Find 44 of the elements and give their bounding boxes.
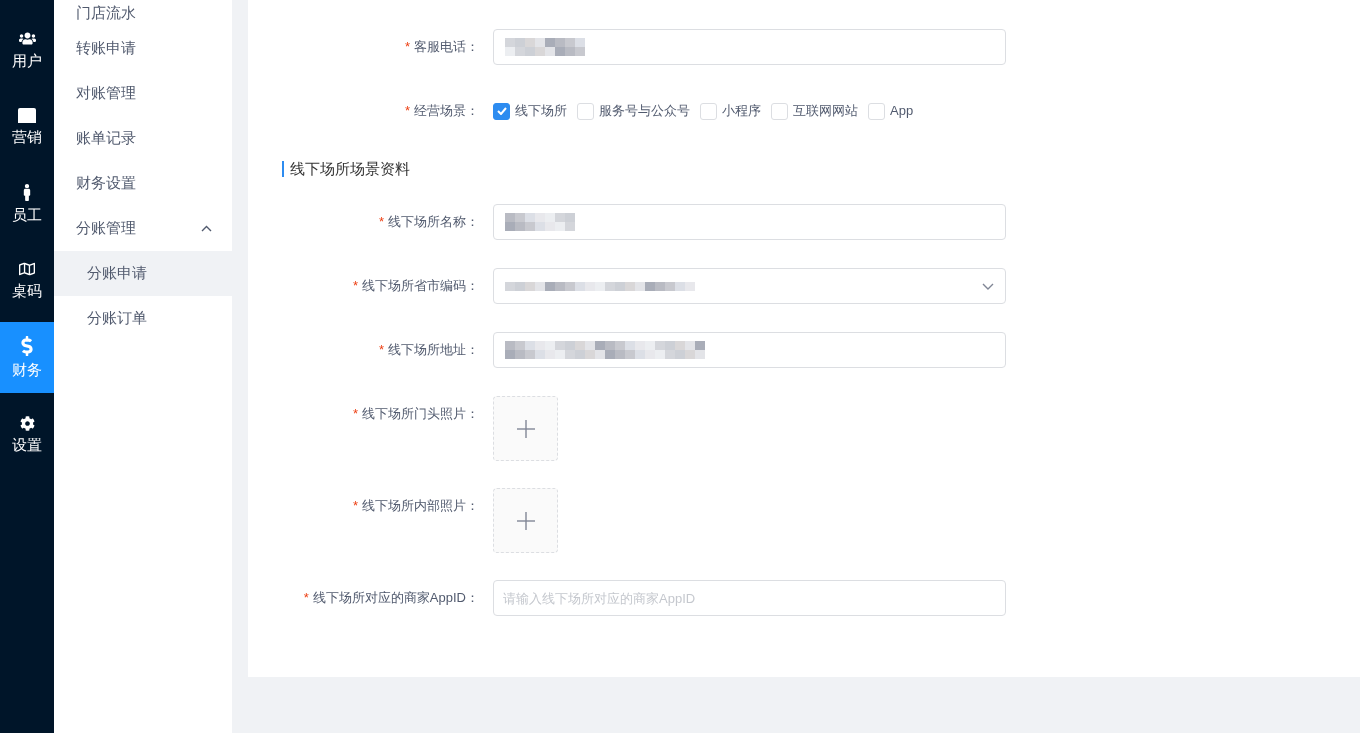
gear-icon [19,415,35,431]
required-mark: * [378,341,384,359]
form-label: 线下场所省市编码： [362,277,479,295]
nav-rail-item[interactable]: 员工 [0,168,54,239]
form-label: 线下场所对应的商家AppID： [312,589,479,607]
required-mark: * [352,277,358,295]
required-mark: * [378,213,384,231]
form-label: 线下场所地址： [388,341,479,359]
checkbox[interactable] [493,102,510,120]
form-label: 线下场所名称： [388,213,479,231]
form-label: 客服电话： [414,38,479,56]
form-label: 线下场所门头照片： [362,405,479,423]
nav-rail-item[interactable]: 设置 [0,399,54,470]
required-mark: * [352,405,358,423]
text-input[interactable] [493,29,1006,65]
section-heading: 线下场所场景资料 [282,161,410,177]
form-label: 经营场景： [414,102,479,120]
sidebar-subitem[interactable]: 分账申请 [54,251,232,296]
select-field[interactable] [493,268,1006,304]
dollar-icon [21,336,33,356]
map-icon [19,261,35,277]
check-icon [496,107,507,115]
text-input[interactable] [493,332,1006,368]
required-mark: * [303,589,309,607]
upload-button[interactable] [493,488,558,553]
form-label: 线下场所内部照片： [362,497,479,515]
box-icon [18,107,36,123]
checkbox-label[interactable]: 互联网网站 [793,101,858,121]
required-mark: * [404,38,410,56]
plus-icon [516,511,535,530]
required-mark: * [404,102,410,120]
checkbox-label[interactable]: 服务号与公众号 [599,101,690,121]
person-icon [23,183,31,201]
nav-rail-item[interactable]: 用户 [0,14,54,85]
text-input[interactable] [493,204,1006,240]
plus-icon [516,419,535,438]
checkbox-label[interactable]: 小程序 [722,101,761,121]
required-mark: * [352,497,358,515]
nav-rail-item[interactable]: 桌码 [0,245,54,316]
checkbox-label[interactable]: App [890,101,914,121]
nav-rail-item[interactable]: 营销 [0,91,54,162]
upload-button[interactable] [493,396,558,461]
checkbox-label[interactable]: 线下场所 [515,101,567,121]
chevron-down-icon [982,282,994,290]
